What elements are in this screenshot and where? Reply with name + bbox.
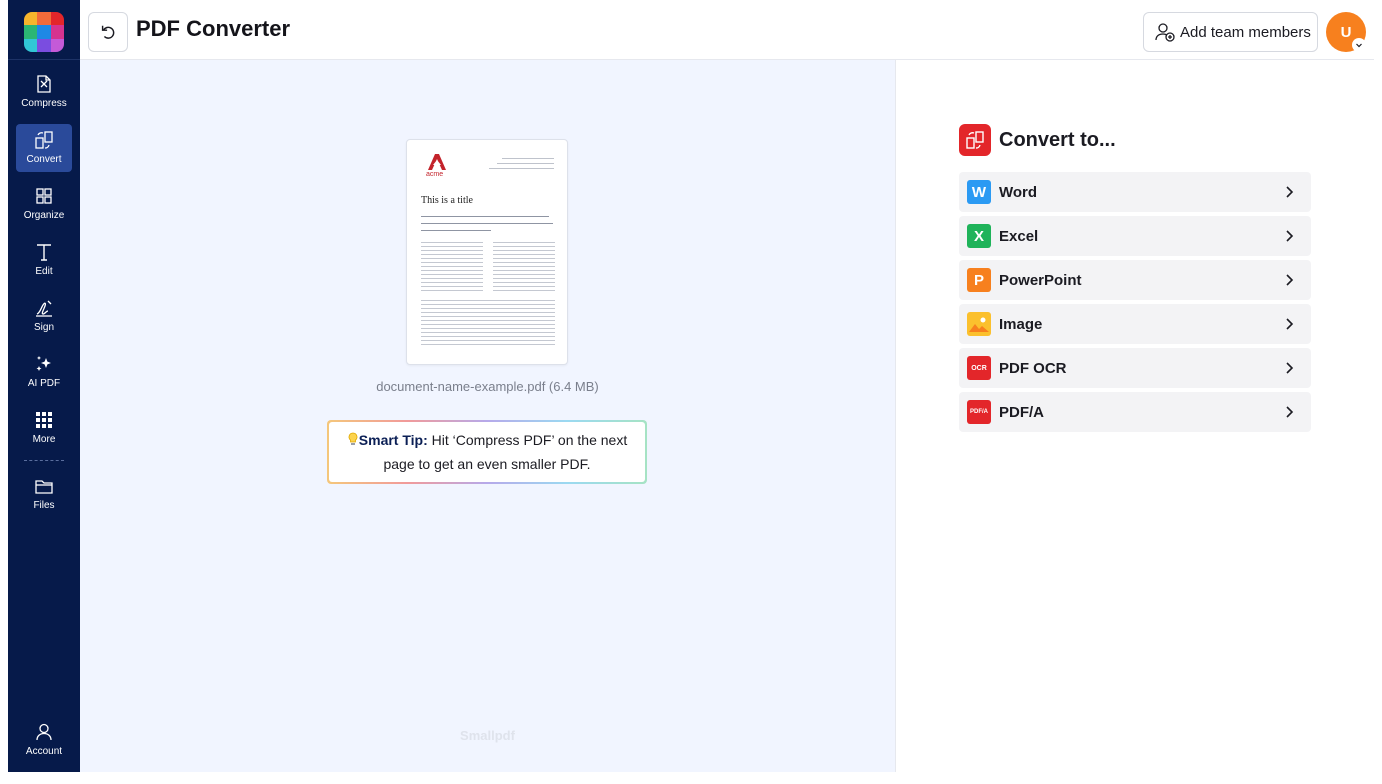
sign-icon xyxy=(36,300,52,317)
smart-tip-label: Smart Tip: xyxy=(358,432,428,448)
pdf-a-icon: PDF/A xyxy=(967,400,991,424)
convert-option-pdf-ocr[interactable]: OCR PDF OCR xyxy=(959,348,1311,388)
doc-line xyxy=(421,230,491,231)
convert-icon xyxy=(35,131,53,149)
sidebar-item-convert[interactable]: Convert xyxy=(16,124,72,172)
acme-logo-icon xyxy=(428,154,446,170)
sparkle-icon xyxy=(36,356,51,371)
sidebar-item-organize[interactable]: Organize xyxy=(16,180,72,228)
convert-option-label: PDF/A xyxy=(999,403,1044,421)
document-thumbnail[interactable]: acme This is a title xyxy=(406,139,568,365)
sidebar-item-label: Files xyxy=(33,500,55,511)
edit-icon xyxy=(37,244,51,261)
sidebar-item-label: Sign xyxy=(33,322,54,333)
convert-option-label: PDF OCR xyxy=(999,359,1067,377)
add-user-icon xyxy=(1155,23,1175,42)
convert-icon xyxy=(959,124,991,156)
doc-line xyxy=(421,223,553,224)
convert-header: Convert to... xyxy=(959,124,1116,156)
sidebar-item-label: Account xyxy=(25,746,63,757)
convert-title: Convert to... xyxy=(999,128,1116,151)
app-logo[interactable] xyxy=(24,12,64,52)
undo-icon xyxy=(101,25,115,39)
doc-column-left xyxy=(421,242,483,292)
doc-line xyxy=(489,168,554,169)
powerpoint-icon: P xyxy=(967,268,991,292)
convert-option-image[interactable]: Image xyxy=(959,304,1311,344)
convert-option-powerpoint[interactable]: P PowerPoint xyxy=(959,260,1311,300)
app-window: Compress Convert Organize Edit Sign AI P… xyxy=(8,0,1374,772)
excel-icon: X xyxy=(967,224,991,248)
convert-option-label: PowerPoint xyxy=(999,271,1082,289)
sidebar-item-ai-pdf[interactable]: AI PDF xyxy=(16,348,72,396)
sidebar-item-more[interactable]: More xyxy=(16,404,72,452)
sidebar-divider xyxy=(24,460,64,461)
chevron-right-icon xyxy=(1286,362,1294,374)
smart-tip: Smart Tip: Hit ‘Compress PDF’ on the nex… xyxy=(327,420,647,484)
convert-option-word[interactable]: W Word xyxy=(959,172,1311,212)
pdf-ocr-icon: OCR xyxy=(967,356,991,380)
page-title: PDF Converter xyxy=(136,16,291,41)
back-button[interactable] xyxy=(88,12,128,52)
header: PDF Converter Add team members U xyxy=(80,0,1374,60)
doc-line xyxy=(502,158,554,159)
user-icon xyxy=(36,723,52,741)
grid-dots-icon xyxy=(36,412,52,428)
chevron-right-icon xyxy=(1286,274,1294,286)
chevron-right-icon xyxy=(1286,186,1294,198)
preview-area: acme This is a title document-name-examp… xyxy=(80,60,895,772)
doc-line xyxy=(497,163,554,164)
sidebar-divider xyxy=(8,59,80,60)
doc-column-right xyxy=(493,242,555,292)
avatar[interactable]: U xyxy=(1326,12,1366,52)
chevron-right-icon xyxy=(1286,318,1294,330)
sidebar-item-sign[interactable]: Sign xyxy=(16,292,72,340)
folder-icon xyxy=(35,480,53,494)
convert-option-label: Excel xyxy=(999,227,1039,245)
sidebar-item-compress[interactable]: Compress xyxy=(16,68,72,116)
sidebar-item-label: Convert xyxy=(26,154,62,165)
sidebar-item-edit[interactable]: Edit xyxy=(16,236,72,284)
chevron-down-icon xyxy=(1352,38,1366,52)
smart-tip-body: Smart Tip: Hit ‘Compress PDF’ on the nex… xyxy=(329,422,645,482)
doc-line xyxy=(421,216,549,217)
sidebar-item-label: Compress xyxy=(21,98,67,109)
add-team-members-button[interactable]: Add team members xyxy=(1143,12,1318,52)
convert-option-excel[interactable]: X Excel xyxy=(959,216,1311,256)
avatar-initial: U xyxy=(1340,23,1352,41)
image-icon xyxy=(967,312,991,336)
file-name: document-name-example.pdf (6.4 MB) xyxy=(376,379,599,394)
sidebar: Compress Convert Organize Edit Sign AI P… xyxy=(8,0,80,772)
document-preview-title: This is a title xyxy=(421,195,473,206)
convert-panel: Convert to... W Word X Excel P PowerPoin… xyxy=(895,60,1374,772)
sidebar-item-label: Edit xyxy=(35,266,53,277)
add-team-members-label: Add team members xyxy=(1180,23,1311,41)
convert-option-label: Word xyxy=(999,183,1038,201)
brand-watermark: Smallpdf xyxy=(460,728,515,743)
organize-icon xyxy=(36,188,52,204)
sidebar-item-account[interactable]: Account xyxy=(16,716,72,764)
sidebar-item-label: Organize xyxy=(23,210,65,221)
sidebar-item-files[interactable]: Files xyxy=(16,470,72,518)
smart-tip-content: Smart Tip: Hit ‘Compress PDF’ on the nex… xyxy=(337,428,637,476)
sidebar-item-label: AI PDF xyxy=(27,378,61,389)
lightbulb-icon xyxy=(348,432,358,445)
chevron-right-icon xyxy=(1286,230,1294,242)
doc-paragraph xyxy=(421,300,555,348)
document-logo-text: acme xyxy=(426,171,444,178)
convert-option-pdf-a[interactable]: PDF/A PDF/A xyxy=(959,392,1311,432)
convert-option-label: Image xyxy=(999,315,1043,333)
chevron-right-icon xyxy=(1286,406,1294,418)
compress-icon xyxy=(37,75,51,93)
word-icon: W xyxy=(967,180,991,204)
sidebar-item-label: More xyxy=(32,434,56,445)
